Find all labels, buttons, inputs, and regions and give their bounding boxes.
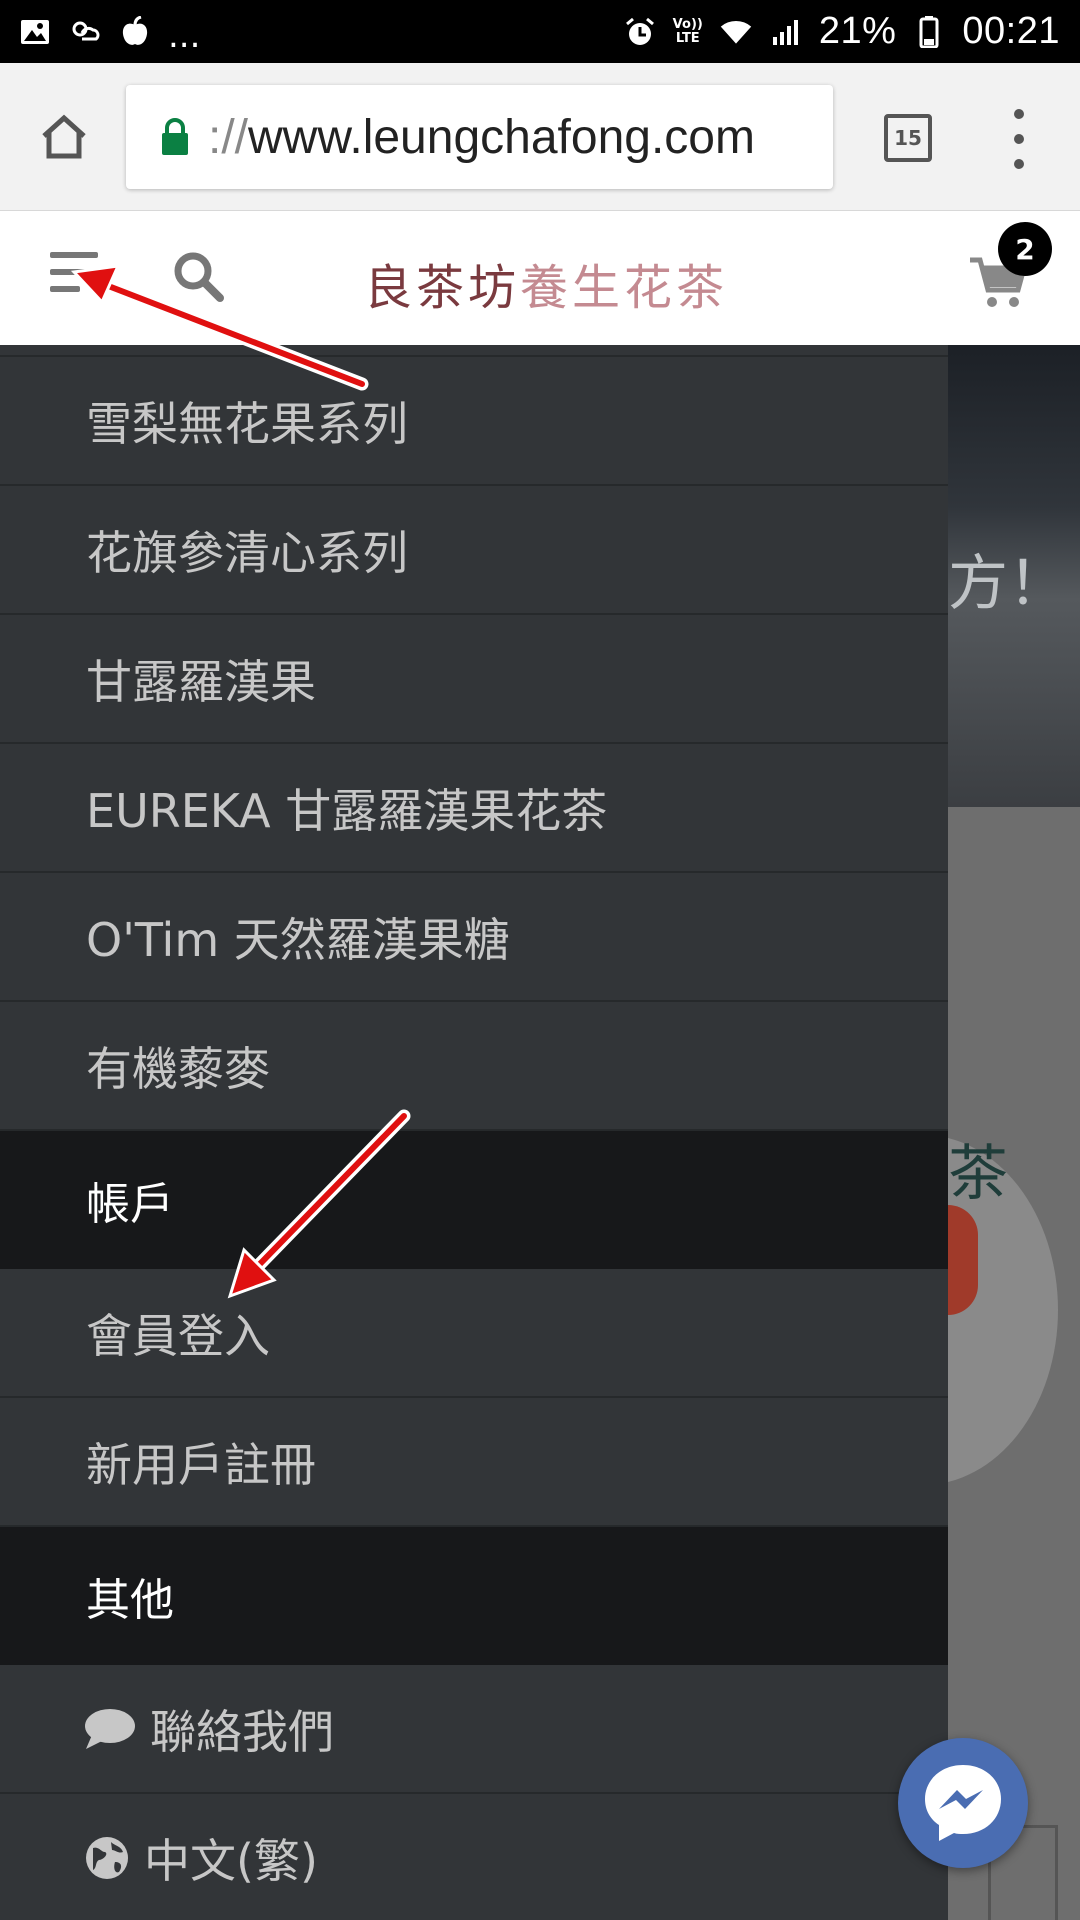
menu-item-label: 甘露羅漢果 (86, 654, 316, 709)
weather-icon (68, 15, 102, 49)
globe-icon (84, 1835, 130, 1881)
status-bar: ... Vo)) LTE 21% 00:21 (0, 0, 1080, 63)
url-host: www.leungchafong.com (248, 110, 755, 164)
url-scheme: :// (208, 110, 249, 164)
menu-item-label: 中文(繁) (144, 1833, 318, 1888)
logo-brand: 良茶坊 (364, 260, 521, 316)
section-header-other: 其他 (0, 1527, 948, 1665)
menu-item-contact-us[interactable]: 聯絡我們 (0, 1665, 948, 1794)
status-left: ... (18, 11, 200, 53)
menu-item-label: 雪梨無花果系列 (86, 396, 408, 451)
drawer-divider (0, 345, 948, 357)
menu-item-label: 新用戶註冊 (86, 1437, 316, 1492)
dot-icon (1014, 109, 1024, 119)
signal-icon (769, 15, 803, 49)
section-title: 帳戶 (86, 1179, 174, 1230)
wifi-icon (719, 15, 753, 49)
hamburger-menu-button[interactable] (50, 252, 98, 292)
hamburger-line (50, 286, 80, 292)
chat-bubble-icon (84, 1706, 136, 1752)
messenger-icon (925, 1765, 1001, 1841)
hero-text-fragment: 方！ (948, 549, 1068, 619)
menu-item-label: 花旗參清心系列 (86, 525, 408, 580)
gallery-icon (18, 15, 52, 49)
menu-item-organic-quinoa[interactable]: 有機藜麥 (0, 1002, 948, 1131)
lte-label: LTE (675, 30, 700, 46)
home-icon (42, 114, 86, 159)
alarm-icon (623, 15, 657, 49)
battery-percent: 21% (818, 10, 897, 52)
menu-item-label: 聯絡我們 (150, 1704, 334, 1759)
menu-item-pear-fig[interactable]: 雪梨無花果系列 (0, 357, 948, 486)
browser-toolbar: :// www.leungchafong.com 15 (0, 63, 1080, 211)
hamburger-line (50, 269, 98, 275)
menu-item-american-ginseng[interactable]: 花旗參清心系列 (0, 486, 948, 615)
menu-item-eureka-monk-fruit-tea[interactable]: EUREKA 甘露羅漢果花茶 (0, 744, 948, 873)
product-image-berries (948, 1205, 978, 1315)
lock-icon (162, 118, 188, 155)
cart-count-badge: 2 (998, 222, 1052, 276)
menu-item-label: EUREKA 甘露羅漢果花茶 (86, 783, 608, 838)
menu-item-label: O'Tim 天然羅漢果糖 (86, 912, 510, 967)
dot-icon (1014, 159, 1024, 169)
home-button[interactable] (30, 103, 98, 171)
volte-label: Vo)) (672, 16, 703, 32)
screen: ... Vo)) LTE 21% 00:21:// www.leungchaf… (0, 0, 1080, 1920)
status-right: Vo)) LTE 21% 00:21 (623, 10, 1060, 53)
messenger-chat-button[interactable] (898, 1738, 1028, 1868)
search-icon[interactable] (170, 248, 226, 304)
section-title: 其他 (86, 1575, 174, 1626)
tab-switcher-button[interactable]: 15 (884, 114, 932, 162)
hero-banner: 方！ (948, 345, 1080, 807)
menu-item-label: 會員登入 (86, 1308, 270, 1363)
logo-tagline: 養生花茶 (520, 260, 729, 316)
nav-drawer: 雪梨無花果系列 花旗參清心系列 甘露羅漢果 EUREKA 甘露羅漢果花茶 O'T… (0, 345, 948, 1920)
dot-icon (1014, 134, 1024, 144)
menu-item-member-login[interactable]: 會員登入 (0, 1269, 948, 1398)
page-content-dimmed[interactable]: 方！ 茶 (948, 345, 1080, 1920)
site-logo[interactable]: 良茶坊養生花茶 (364, 248, 728, 318)
menu-item-language[interactable]: 中文(繁) (0, 1794, 948, 1920)
hamburger-line (50, 252, 98, 258)
browser-menu-button[interactable] (1002, 109, 1036, 169)
battery-icon (912, 15, 946, 49)
site-header: 良茶坊養生花茶 (0, 212, 1080, 345)
product-title-fragment: 茶 (948, 1139, 1008, 1209)
volte-indicator: Vo)) LTE (672, 16, 703, 46)
menu-item-label: 有機藜麥 (86, 1041, 270, 1096)
clock: 00:21 (962, 10, 1060, 52)
more-notifications: ... (168, 15, 201, 56)
section-header-account: 帳戶 (0, 1131, 948, 1269)
menu-item-register[interactable]: 新用戶註冊 (0, 1398, 948, 1527)
address-bar[interactable]: :// www.leungchafong.com (126, 85, 833, 189)
menu-item-monk-fruit[interactable]: 甘露羅漢果 (0, 615, 948, 744)
menu-item-otim-sugar[interactable]: O'Tim 天然羅漢果糖 (0, 873, 948, 1002)
apple-icon (118, 15, 152, 49)
